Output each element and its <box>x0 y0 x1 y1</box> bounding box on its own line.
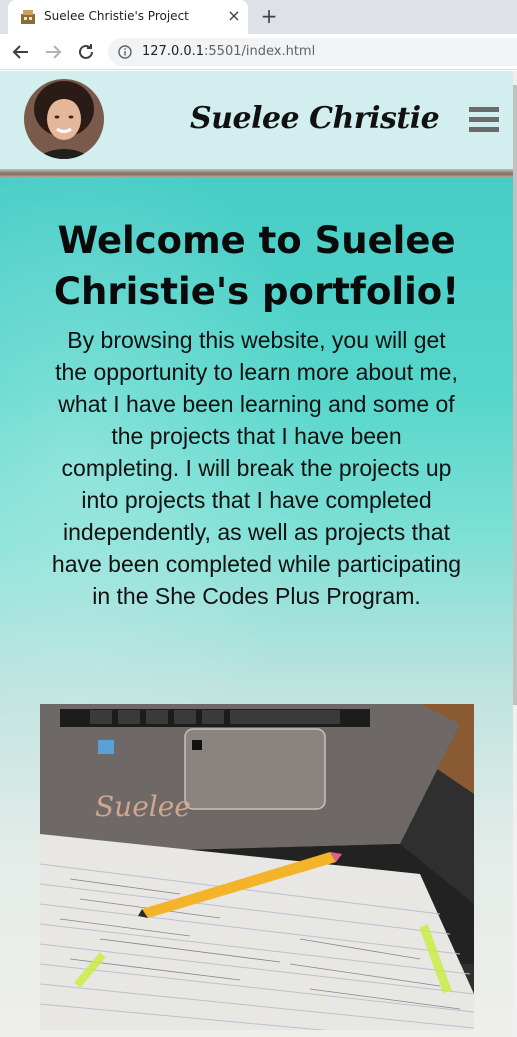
forward-arrow-icon[interactable] <box>41 40 65 64</box>
url-host: 127.0.0.1 <box>142 44 205 59</box>
browser-tab[interactable]: Suelee Christie's Project × <box>8 0 248 34</box>
hamburger-icon[interactable] <box>469 107 499 133</box>
site-brand[interactable]: Suelee Christie <box>190 101 440 136</box>
tab-title: Suelee Christie's Project <box>44 9 189 23</box>
close-tab-icon[interactable]: × <box>224 6 244 26</box>
url-path: :5501/index.html <box>204 44 316 59</box>
intro-paragraph: By browsing this website, you will get t… <box>51 327 462 609</box>
tab-strip: Suelee Christie's Project × + <box>0 0 517 34</box>
header-divider <box>0 169 513 177</box>
laptop-logo-text: Suelee <box>95 790 191 823</box>
avatar <box>24 79 104 159</box>
page-scrollbar[interactable] <box>513 71 517 1037</box>
avatar-photo <box>24 79 104 159</box>
back-arrow-icon[interactable] <box>9 40 33 64</box>
url-text: 127.0.0.1:5501/index.html <box>142 44 315 59</box>
page-title: Welcome to Suelee Christie's portfolio! <box>53 219 460 313</box>
info-icon[interactable] <box>118 45 132 59</box>
scrollbar-thumb[interactable] <box>513 85 517 705</box>
favicon-icon <box>21 10 35 24</box>
browser-toolbar: 127.0.0.1:5501/index.html <box>0 34 517 70</box>
page-viewport: Suelee Christie Welcome to Suelee Christ… <box>0 71 513 1037</box>
new-tab-button[interactable]: + <box>258 5 280 27</box>
laptop-notebook-image: Suelee <box>40 704 474 1030</box>
site-header: Suelee Christie <box>0 71 513 169</box>
address-bar[interactable]: 127.0.0.1:5501/index.html <box>108 38 517 66</box>
reload-icon[interactable] <box>74 40 98 64</box>
